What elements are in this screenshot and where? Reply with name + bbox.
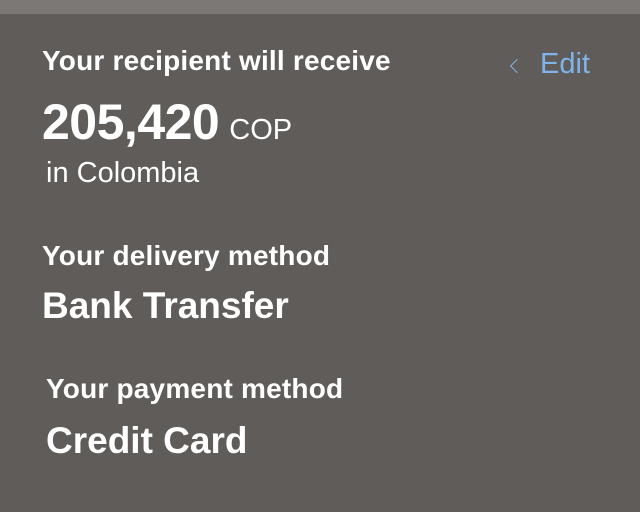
payment-method-value: Credit Card (46, 420, 248, 461)
amount-value: 205,420 (42, 94, 220, 150)
top-divider-strip (0, 0, 640, 14)
edit-label: Edit (540, 48, 590, 80)
edit-button[interactable]: Edit (509, 48, 590, 81)
destination-country: in Colombia (46, 157, 200, 189)
recipient-heading: Your recipient will receive (42, 45, 391, 76)
delivery-method-heading: Your delivery method (42, 240, 331, 271)
currency-code: COP (229, 114, 293, 146)
receive-amount: 205,420 COP (42, 93, 292, 151)
payment-method-heading: Your payment method (46, 373, 344, 404)
chevron-left-icon (509, 58, 525, 73)
delivery-method-value: Bank Transfer (42, 285, 289, 326)
